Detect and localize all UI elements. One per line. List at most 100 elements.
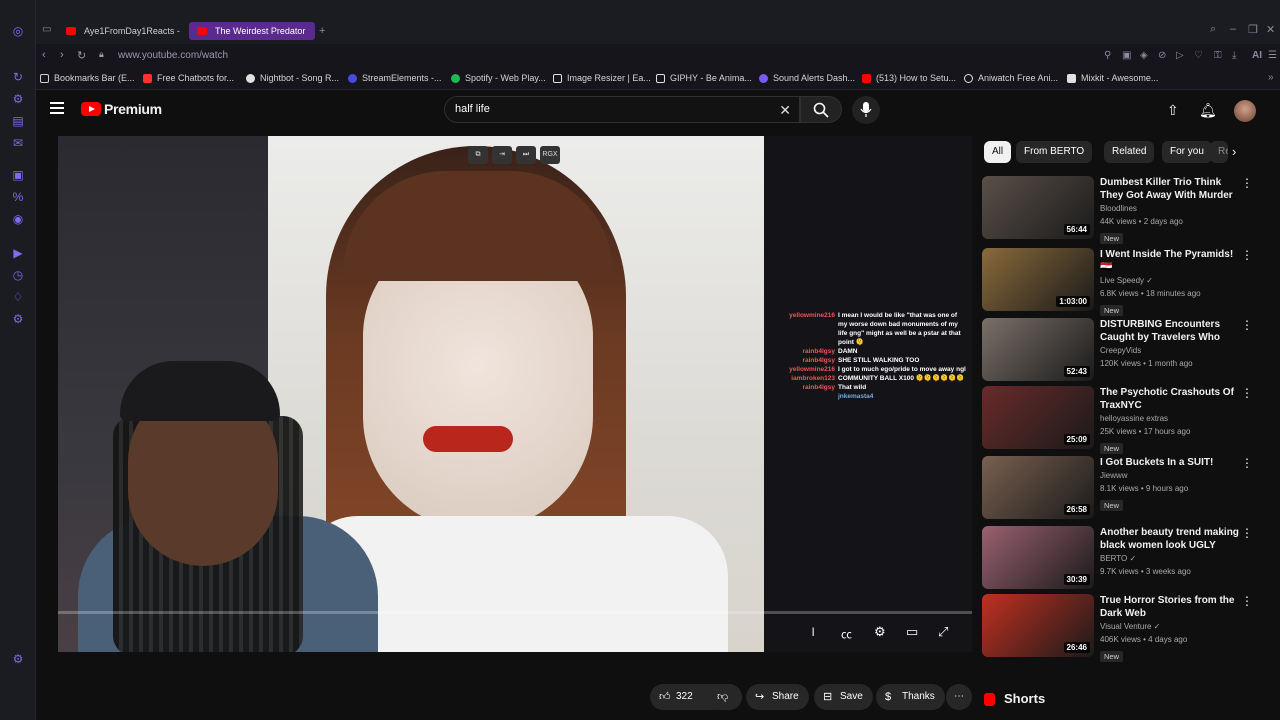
ai-button[interactable]: AI — [1252, 50, 1262, 61]
bookmark-item[interactable]: (513) How to Setu... — [862, 73, 956, 83]
notifications-bell-icon[interactable]: 🔔︎ — [1199, 102, 1217, 119]
opera-logo-icon[interactable]: ◎ — [11, 24, 25, 38]
twitch-icon[interactable]: ▣ — [11, 168, 25, 182]
save-button[interactable]: ⊟ Save — [814, 684, 873, 710]
workspace-icon[interactable]: ▤ — [11, 114, 25, 128]
clear-search-icon[interactable]: ✕ — [779, 102, 791, 119]
voice-search-button[interactable] — [852, 96, 880, 124]
back-icon[interactable]: ‹ — [42, 49, 46, 61]
upload-icon[interactable]: ⇧ — [1167, 102, 1179, 119]
more-actions-button[interactable]: ⋯ — [946, 684, 972, 710]
video-thumbnail[interactable]: 52:43 — [982, 318, 1094, 381]
chip-all[interactable]: All — [984, 141, 1012, 163]
chip-related[interactable]: Related — [1104, 141, 1155, 163]
wallet-icon[interactable]: ⚿ — [1214, 50, 1222, 61]
more-vert-icon[interactable]: ⋮ — [1241, 526, 1253, 540]
video-title[interactable]: I Got Buckets In a SUIT! — [1100, 456, 1240, 469]
related-video-item[interactable]: 26:46 True Horror Stories from the Dark W… — [982, 594, 1253, 662]
video-title[interactable]: I Went Inside The Pyramids! 🇪🇬 — [1100, 248, 1240, 274]
channel-name[interactable]: Bloodlines — [1100, 202, 1240, 215]
url-field[interactable]: www.youtube.com/watch — [118, 50, 228, 61]
related-video-item[interactable]: 25:09 The Psychotic Crashouts Of TraxNYC h… — [982, 386, 1253, 454]
bookmark-item[interactable]: Sound Alerts Dash... — [759, 73, 855, 83]
search-tabs-icon[interactable]: ⌕ — [1210, 23, 1216, 36]
video-thumbnail[interactable]: 26:46 — [982, 594, 1094, 657]
video-thumbnail[interactable]: 26:58 — [982, 456, 1094, 519]
settings-gear-icon[interactable]: ⚙ — [874, 624, 886, 640]
search-input[interactable] — [455, 103, 755, 115]
autoplay-toggle-icon[interactable]: ⏽ — [808, 624, 818, 640]
video-title[interactable]: DISTURBING Encounters Caught by Traveler… — [1100, 318, 1240, 344]
download-icon[interactable]: ⤓ — [1232, 50, 1236, 61]
related-video-item[interactable]: 26:58 I Got Buckets In a SUIT! Jiewww 8.1K … — [982, 456, 1253, 520]
search-button[interactable] — [800, 96, 842, 123]
bookmark-item[interactable]: GIPHY - Be Anima... — [656, 73, 752, 83]
miniplayer-icon[interactable]: ▭ — [906, 624, 918, 640]
video-player[interactable]: ⧉ ⇥ ⏭ RGX yellowmine216 I mean I would be… — [58, 136, 972, 652]
history-icon[interactable]: ◷ — [11, 268, 25, 282]
settings-icon[interactable]: ⚙ — [11, 312, 25, 326]
bookmark-item[interactable]: Nightbot - Song R... — [246, 73, 339, 83]
more-vert-icon[interactable]: ⋮ — [1241, 456, 1253, 470]
video-thumbnail[interactable]: 25:09 — [982, 386, 1094, 449]
close-window-icon[interactable]: ✕ — [1266, 23, 1275, 36]
aria-icon[interactable]: ↻ — [11, 70, 25, 84]
chip-recent[interactable]: Re — [1210, 141, 1228, 163]
chip-for-you[interactable]: For you — [1162, 141, 1212, 163]
discord-icon[interactable]: ◉ — [11, 212, 25, 226]
pin-icon[interactable]: ⚲ — [1104, 50, 1111, 61]
tab-menu-icon[interactable]: ▭ — [42, 24, 51, 35]
video-thumbnail[interactable]: 56:44 — [982, 176, 1094, 239]
video-title[interactable]: True Horror Stories from the Dark Web — [1100, 594, 1240, 620]
overlay-label[interactable]: RGX — [540, 146, 560, 164]
restore-icon[interactable]: ❐ — [1248, 23, 1258, 36]
skip-icon[interactable]: ⏭ — [516, 146, 536, 164]
channel-name[interactable]: CreepyVids — [1100, 344, 1240, 357]
video-thumbnail[interactable]: 1:03:00 — [982, 248, 1094, 311]
related-video-item[interactable]: 1:03:00 I Went Inside The Pyramids! 🇪🇬 Liv… — [982, 248, 1253, 316]
channel-name[interactable]: Jiewww — [1100, 469, 1240, 482]
snapshot-icon[interactable]: ▣ — [1122, 50, 1131, 61]
bookmarks-icon[interactable]: ♢ — [11, 290, 25, 304]
bookmark-item[interactable]: Bookmarks Bar (E... — [40, 73, 135, 83]
player-icon[interactable]: ▶ — [11, 246, 25, 260]
bookmark-item[interactable]: Spotify - Web Play... — [451, 73, 546, 83]
pip-icon[interactable]: ⧉ — [468, 146, 488, 164]
chevron-right-icon[interactable]: › — [1232, 144, 1236, 159]
new-tab-button[interactable]: + — [319, 25, 325, 37]
messenger-icon[interactable]: ✉ — [11, 136, 25, 150]
channel-name[interactable]: helloyassine extras — [1100, 412, 1240, 425]
percent-icon[interactable]: % — [11, 190, 25, 204]
chip-from-berto[interactable]: From BERTO — [1016, 141, 1093, 163]
more-vert-icon[interactable]: ⋮ — [1241, 594, 1253, 608]
captions-icon[interactable]: ㏄ — [841, 626, 852, 642]
video-title[interactable]: Dumbest Killer Trio Think They Got Away … — [1100, 176, 1240, 202]
hamburger-menu-icon[interactable] — [50, 102, 64, 114]
dislike-button[interactable]: 👎︎ — [706, 684, 742, 710]
tab-aye1[interactable]: Aye1FromDay1Reacts - Yo — [58, 22, 180, 40]
bookmark-item[interactable]: StreamElements -... — [348, 73, 442, 83]
more-vert-icon[interactable]: ⋮ — [1241, 386, 1253, 400]
bookmark-item[interactable]: Free Chatbots for... — [143, 73, 234, 83]
bookmark-item[interactable]: Image Resizer | Ea... — [553, 73, 651, 83]
channel-name[interactable]: Live Speedy ✓ — [1100, 274, 1240, 287]
fullscreen-icon[interactable]: ⤢ — [938, 624, 948, 640]
related-video-item[interactable]: 56:44 Dumbest Killer Trio Think They Got … — [982, 176, 1253, 244]
sidebar-settings-icon[interactable]: ⚙ — [11, 652, 25, 666]
video-thumbnail[interactable]: 30:39 — [982, 526, 1094, 589]
more-bookmarks-icon[interactable]: » — [1268, 72, 1274, 83]
related-video-item[interactable]: 30:39 Another beauty trend making black w… — [982, 526, 1253, 590]
heart-icon[interactable]: ♡ — [1194, 50, 1203, 61]
bookmark-item[interactable]: Mixkit - Awesome... — [1067, 73, 1158, 83]
related-video-item[interactable]: 52:43 DISTURBING Encounters Caught by Tra… — [982, 318, 1253, 382]
minimize-icon[interactable]: – — [1230, 23, 1236, 35]
more-vert-icon[interactable]: ⋮ — [1241, 318, 1253, 332]
more-vert-icon[interactable]: ⋮ — [1241, 176, 1253, 190]
extensions-icon[interactable]: ⚙ — [11, 92, 25, 106]
more-vert-icon[interactable]: ⋮ — [1241, 248, 1253, 262]
vpn-icon[interactable]: ◈ — [1140, 50, 1148, 61]
youtube-premium-logo[interactable]: Premium — [81, 101, 162, 117]
bookmark-item[interactable]: Aniwatch Free Ani... — [964, 73, 1058, 83]
thanks-button[interactable]: $ Thanks — [876, 684, 945, 710]
popout-icon[interactable]: ⇥ — [492, 146, 512, 164]
